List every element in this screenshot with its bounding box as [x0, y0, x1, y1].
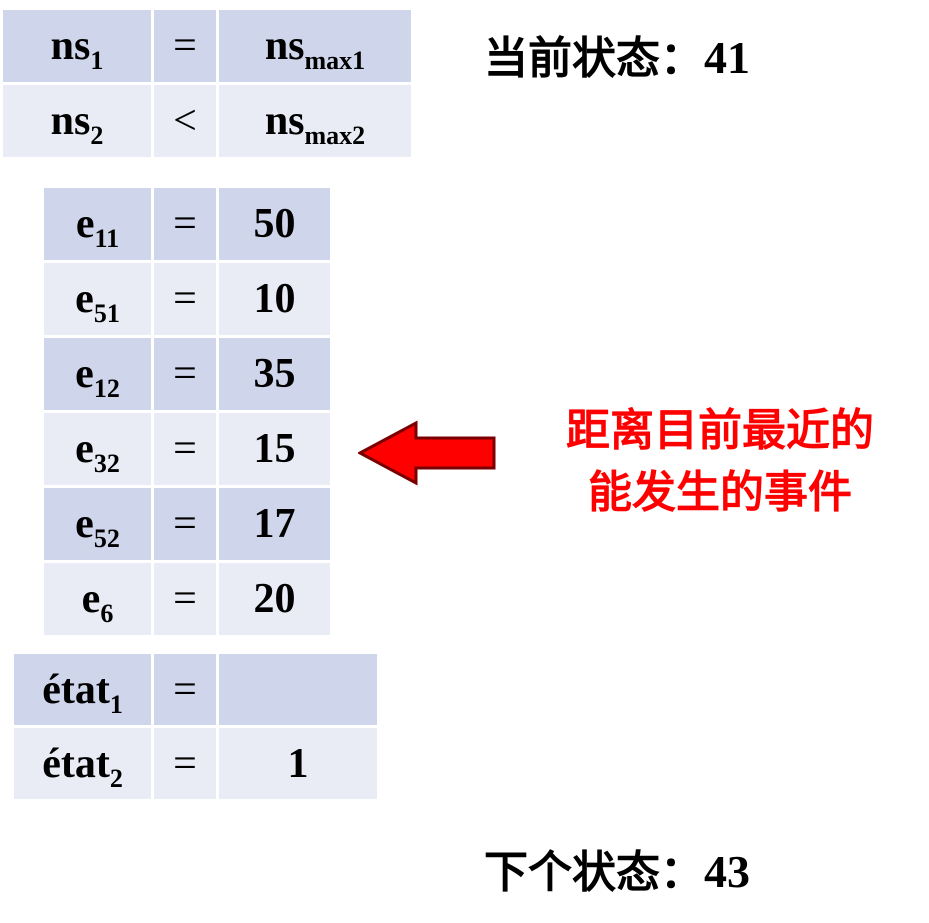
event-base: e [75, 201, 95, 247]
event-base: e [75, 501, 94, 547]
etat-subscript: 2 [109, 763, 123, 793]
etat-variable: état2 [14, 728, 151, 799]
ns-limit-subscript: max2 [304, 121, 366, 150]
event-row: e12 = 35 [44, 338, 330, 410]
etat-value: 1 [219, 728, 377, 799]
ns-limit: nsmax2 [219, 85, 411, 157]
ns-variable-subscript: 1 [90, 46, 104, 75]
ns-table: ns1 = nsmax1 ns2 < nsmax2 [0, 7, 414, 160]
event-subscript: 11 [94, 224, 120, 253]
current-state-text: 当前状态： [484, 33, 704, 84]
event-subscript: 32 [93, 449, 120, 478]
etat-base: état [42, 666, 110, 713]
event-variable: e52 [44, 488, 151, 560]
ns-variable-subscript: 2 [90, 121, 104, 150]
event-time: 15 [219, 413, 330, 485]
event-time: 10 [219, 263, 330, 335]
next-state-value: 43 [704, 846, 750, 897]
event-operator: = [154, 188, 216, 260]
etat-operator: = [154, 728, 216, 799]
event-subscript: 6 [100, 599, 114, 628]
ns-operator: = [154, 10, 216, 82]
event-base: e [75, 426, 94, 472]
ns-variable-base: ns [50, 23, 91, 69]
ns-limit-base: ns [264, 98, 305, 144]
event-operator: = [154, 563, 216, 635]
event-base: e [75, 276, 94, 322]
event-operator: = [154, 413, 216, 485]
event-row: e52 = 17 [44, 488, 330, 560]
event-time: 17 [219, 488, 330, 560]
event-base: e [81, 576, 101, 622]
etat-operator: = [154, 654, 216, 725]
event-table: e11 = 50 e51 = 10 e12 = 35 e32 = 15 e52 … [41, 185, 333, 638]
event-subscript: 51 [93, 299, 120, 328]
etat-table: état1 = état2 = 1 [11, 651, 380, 802]
event-variable: e51 [44, 263, 151, 335]
next-state-text: 下个状态： [484, 847, 704, 898]
event-time: 50 [219, 188, 330, 260]
event-subscript: 52 [93, 524, 120, 553]
etat-variable: état1 [14, 654, 151, 725]
nearest-event-annotation: 距离目前最近的 能发生的事件 [520, 400, 920, 524]
ns-limit: nsmax1 [219, 10, 411, 82]
annotation-line-2: 能发生的事件 [588, 467, 852, 518]
etat-base: état [42, 740, 110, 787]
ns-variable-base: ns [50, 98, 91, 144]
current-state-value: 41 [704, 32, 750, 83]
ns-limit-base: ns [264, 23, 305, 69]
event-row: e6 = 20 [44, 563, 330, 635]
ns-limit-subscript: max1 [304, 46, 366, 75]
ns-row: ns1 = nsmax1 [3, 10, 411, 82]
event-row: e51 = 10 [44, 263, 330, 335]
etat-value [219, 654, 377, 725]
event-subscript: 12 [93, 374, 120, 403]
event-time: 35 [219, 338, 330, 410]
ns-variable: ns2 [3, 85, 151, 157]
next-state-label: 下个状态：43 [484, 836, 750, 900]
event-row: e32 = 15 [44, 413, 330, 485]
ns-operator: < [154, 85, 216, 157]
event-base: e [75, 351, 94, 397]
event-operator: = [154, 263, 216, 335]
etat-row: état1 = [14, 654, 377, 725]
annotation-line-1: 距离目前最近的 [566, 405, 874, 456]
left-arrow-icon [358, 420, 496, 486]
event-variable: e12 [44, 338, 151, 410]
event-variable: e32 [44, 413, 151, 485]
etat-subscript: 1 [109, 689, 123, 719]
event-operator: = [154, 338, 216, 410]
event-operator: = [154, 488, 216, 560]
ns-variable: ns1 [3, 10, 151, 82]
etat-row: état2 = 1 [14, 728, 377, 799]
ns-row: ns2 < nsmax2 [3, 85, 411, 157]
current-state-label: 当前状态：41 [484, 22, 750, 86]
event-time: 20 [219, 563, 330, 635]
event-variable: e11 [44, 188, 151, 260]
event-row: e11 = 50 [44, 188, 330, 260]
event-variable: e6 [44, 563, 151, 635]
